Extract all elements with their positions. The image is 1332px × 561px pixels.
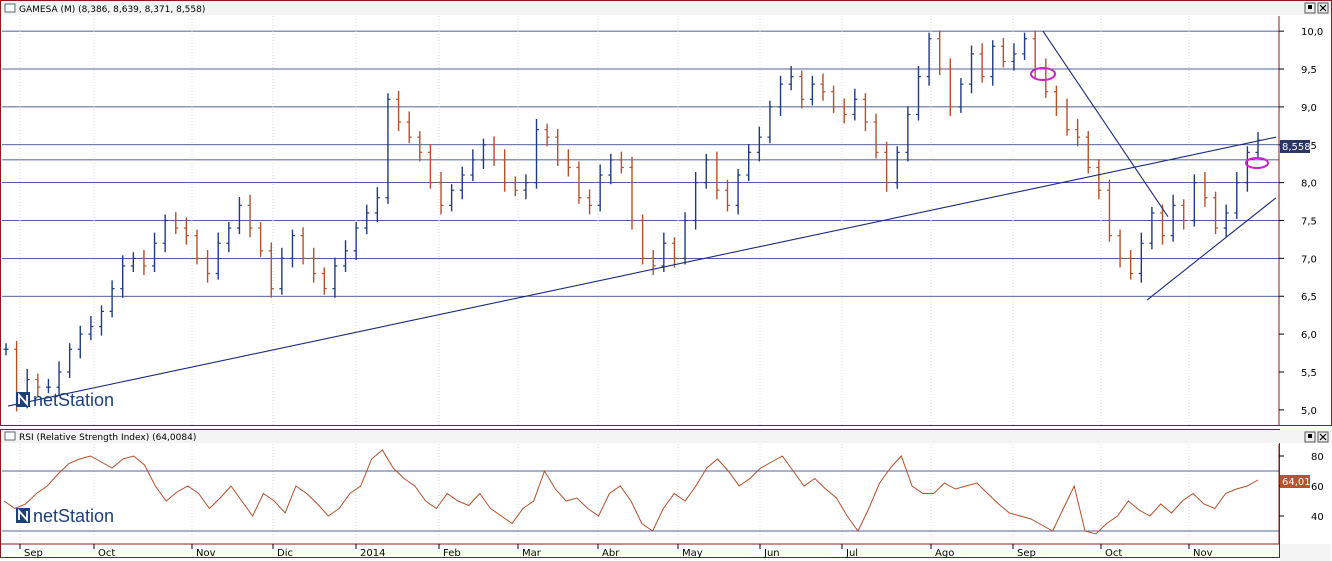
time-tick-label: Sep <box>1017 548 1036 559</box>
time-tick-label: Oct <box>98 548 115 559</box>
brand-text: netStation <box>33 390 114 410</box>
time-tick-label: May <box>682 548 703 559</box>
price-tick-label: 5,0 <box>1301 406 1317 417</box>
price-tick-label: 10,0 <box>1301 27 1323 38</box>
panel-doc-icon[interactable] <box>4 3 16 13</box>
price-tick-label: 6,0 <box>1301 330 1317 341</box>
axis-corner <box>1280 544 1331 561</box>
rsi-tick-label: 80 <box>1311 452 1324 463</box>
time-tick-label: Oct <box>1105 548 1122 559</box>
price-panel <box>0 0 1332 426</box>
time-tick-label: Dic <box>277 548 293 559</box>
time-tick-label: Feb <box>443 548 461 559</box>
price-tick-label: 8,0 <box>1301 179 1317 190</box>
price-badge-label: 8,558 <box>1282 142 1311 153</box>
maximize-glyph <box>1308 434 1312 438</box>
time-tick-label: 2014 <box>360 548 385 559</box>
time-tick-label: Jul <box>845 548 858 559</box>
price-tick-label: 9,5 <box>1301 65 1317 76</box>
rsi-tick-label: 60 <box>1311 482 1324 493</box>
rsi-panel <box>0 429 1280 558</box>
gamesa-chart-window: GAMESA (M) (8,386, 8,639, 8,371, 8,558) … <box>0 0 1332 561</box>
rsi-tick-label: 40 <box>1311 512 1324 523</box>
time-tick-label: Ago <box>935 548 954 559</box>
price-tick-label: 7,5 <box>1301 217 1317 228</box>
time-tick-label: Mar <box>522 548 542 559</box>
time-tick-label: Nov <box>1193 548 1213 559</box>
price-tick-label: 9,0 <box>1301 103 1317 114</box>
price-tick-label: 6,5 <box>1301 292 1317 303</box>
price-panel-title: GAMESA (M) (8,386, 8,639, 8,371, 8,558) <box>19 5 205 15</box>
time-tick-label: Abr <box>602 548 620 559</box>
rsi-title-bar <box>1 430 1331 443</box>
brand-text: netStation <box>33 506 114 526</box>
time-tick-label: Sep <box>24 548 43 559</box>
maximize-glyph <box>1308 5 1312 9</box>
rsi-badge-label: 64,01 <box>1282 477 1311 488</box>
time-tick-label: Nov <box>196 548 216 559</box>
time-tick-label: Jun <box>763 548 780 559</box>
price-tick-label: 7,0 <box>1301 254 1317 265</box>
rsi-doc-icon[interactable] <box>4 431 16 441</box>
price-tick-label: 5,5 <box>1301 368 1317 379</box>
rsi-panel-title: RSI (Relative Strength Index) (64,0084) <box>19 433 196 443</box>
